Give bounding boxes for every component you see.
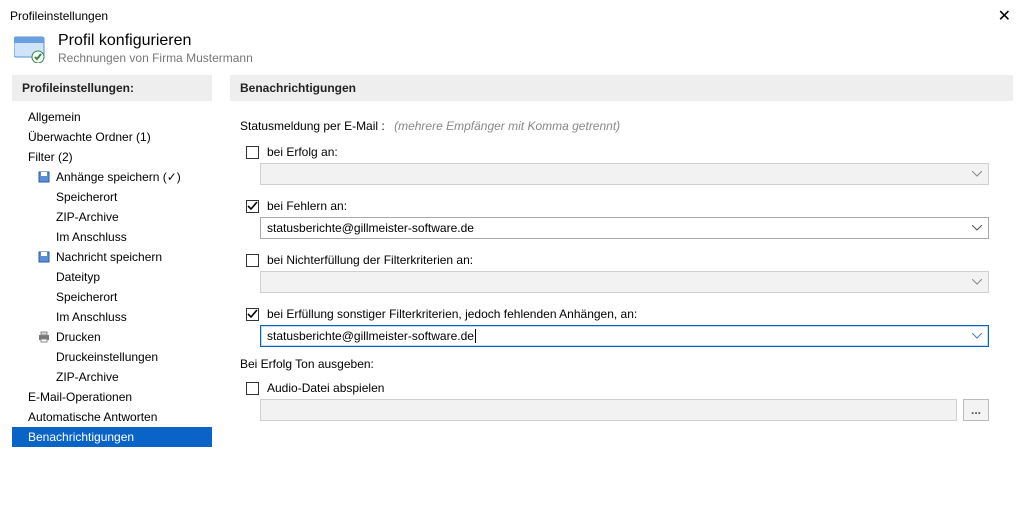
chevron-down-icon xyxy=(970,221,984,235)
nofilter-recipient-input[interactable] xyxy=(260,271,989,293)
browse-button[interactable]: ... xyxy=(963,399,989,421)
text-cursor xyxy=(475,329,476,343)
sidebar-item[interactable]: E-Mail-Operationen xyxy=(12,387,212,407)
nofilter-checkbox[interactable] xyxy=(246,254,259,267)
sidebar-item[interactable]: Nachricht speichern xyxy=(12,247,212,267)
otherfilter-checkbox[interactable] xyxy=(246,308,259,321)
save-icon xyxy=(38,171,50,183)
sidebar-item[interactable]: Anhänge speichern (✓) xyxy=(12,167,212,187)
chevron-down-icon xyxy=(970,167,984,181)
chevron-down-icon xyxy=(970,329,984,343)
sidebar-item-label: E-Mail-Operationen xyxy=(28,390,132,404)
sidebar-item-label: Automatische Antworten xyxy=(28,410,157,424)
save-icon xyxy=(38,251,50,263)
sidebar-item[interactable]: Druckeinstellungen xyxy=(12,347,212,367)
chevron-down-icon xyxy=(970,275,984,289)
sidebar-item[interactable]: Allgemein xyxy=(12,107,212,127)
dialog-title: Profil konfigurieren xyxy=(58,32,253,50)
close-icon[interactable]: ✕ xyxy=(994,6,1015,26)
sidebar-item[interactable]: Speicherort xyxy=(12,187,212,207)
status-mail-label: Statusmeldung per E-Mail : xyxy=(240,119,385,133)
nofilter-label: bei Nichterfüllung der Filterkriterien a… xyxy=(267,253,473,267)
sidebar-item-label: Anhänge speichern (✓) xyxy=(56,170,181,184)
error-recipient-input[interactable]: statusberichte@gillmeister-software.de xyxy=(260,217,989,239)
otherfilter-recipient-value: statusberichte@gillmeister-software.de xyxy=(267,329,982,344)
main-heading: Benachrichtigungen xyxy=(230,75,1013,101)
success-recipient-input[interactable] xyxy=(260,163,989,185)
status-mail-heading: Statusmeldung per E-Mail : (mehrere Empf… xyxy=(240,119,989,133)
sidebar-item-label: Drucken xyxy=(56,330,101,344)
dialog-header: Profil konfigurieren Rechnungen von Firm… xyxy=(0,30,1025,75)
sidebar-item-label: Speicherort xyxy=(56,290,117,304)
sidebar-item-label: Allgemein xyxy=(28,110,81,124)
sidebar-item[interactable]: ZIP-Archive xyxy=(12,207,212,227)
titlebar: Profileinstellungen ✕ xyxy=(0,0,1025,30)
error-label: bei Fehlern an: xyxy=(267,199,347,213)
sidebar-item[interactable]: Filter (2) xyxy=(12,147,212,167)
success-label: bei Erfolg an: xyxy=(267,145,338,159)
status-mail-hint: (mehrere Empfänger mit Komma getrennt) xyxy=(394,119,620,133)
sidebar-item-label: Filter (2) xyxy=(28,150,73,164)
sidebar-item-label: Im Anschluss xyxy=(56,230,127,244)
play-audio-label: Audio-Datei abspielen xyxy=(267,381,384,395)
print-icon xyxy=(38,331,50,343)
sidebar-item[interactable]: Benachrichtigungen xyxy=(12,427,212,447)
otherfilter-label: bei Erfüllung sonstiger Filterkriterien,… xyxy=(267,307,637,321)
profile-icon xyxy=(14,35,46,63)
sidebar-item-label: Speicherort xyxy=(56,190,117,204)
sidebar-item-label: ZIP-Archive xyxy=(56,210,119,224)
sidebar-item-label: Dateityp xyxy=(56,270,100,284)
sidebar-item[interactable]: Speicherort xyxy=(12,287,212,307)
sidebar-item[interactable]: Automatische Antworten xyxy=(12,407,212,427)
sidebar-item[interactable]: ZIP-Archive xyxy=(12,367,212,387)
otherfilter-recipient-input[interactable]: statusberichte@gillmeister-software.de xyxy=(260,325,989,347)
sidebar-item-label: Überwachte Ordner (1) xyxy=(28,130,151,144)
sidebar-item-label: Nachricht speichern xyxy=(56,250,162,264)
dialog-subtitle: Rechnungen von Firma Mustermann xyxy=(58,51,253,65)
sidebar-item[interactable]: Drucken xyxy=(12,327,212,347)
sidebar-nav: Allgemein Überwachte Ordner (1) Filter (2)… xyxy=(12,107,212,447)
window-title: Profileinstellungen xyxy=(10,9,108,23)
success-checkbox[interactable] xyxy=(246,146,259,159)
sidebar-heading: Profileinstellungen: xyxy=(12,75,212,101)
error-checkbox[interactable] xyxy=(246,200,259,213)
sidebar-item-label: Benachrichtigungen xyxy=(28,430,134,444)
error-recipient-value: statusberichte@gillmeister-software.de xyxy=(267,221,982,235)
sidebar-item[interactable]: Überwachte Ordner (1) xyxy=(12,127,212,147)
sidebar-item-label: Im Anschluss xyxy=(56,310,127,324)
sidebar-item-label: ZIP-Archive xyxy=(56,370,119,384)
sidebar-item-label: Druckeinstellungen xyxy=(56,350,158,364)
play-audio-checkbox[interactable] xyxy=(246,382,259,395)
sidebar-item[interactable]: Im Anschluss xyxy=(12,307,212,327)
sidebar-item[interactable]: Dateityp xyxy=(12,267,212,287)
audio-file-input[interactable] xyxy=(260,399,957,421)
sidebar-item[interactable]: Im Anschluss xyxy=(12,227,212,247)
sound-heading: Bei Erfolg Ton ausgeben: xyxy=(240,357,989,371)
